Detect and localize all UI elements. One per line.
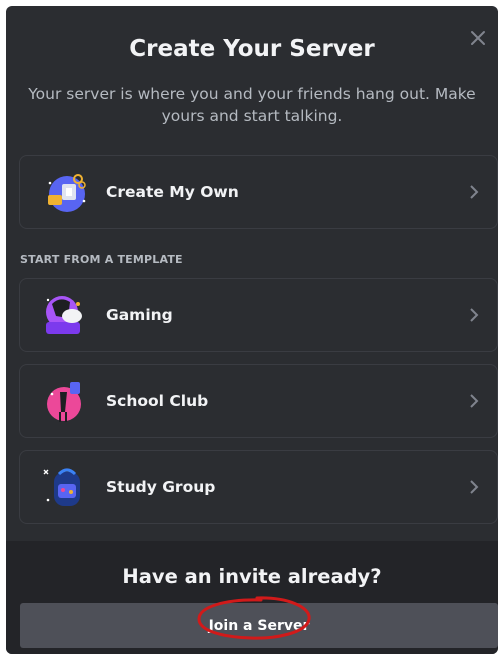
template-school-club-option[interactable]: School Club (19, 364, 498, 438)
join-server-button-label: Join a Server (208, 617, 310, 634)
chevron-right-icon (469, 394, 479, 408)
invite-footer: Have an invite already? Join a Server (6, 541, 498, 654)
gaming-illustration-icon (40, 290, 90, 340)
template-gaming-label: Gaming (106, 306, 173, 324)
template-study-group-option[interactable]: Study Group (19, 450, 498, 524)
invite-footer-title: Have an invite already? (122, 565, 382, 588)
chevron-right-icon (469, 480, 479, 494)
modal-subtitle: Your server is where you and your friend… (28, 85, 476, 125)
template-study-group-label: Study Group (106, 478, 216, 496)
join-server-button[interactable]: Join a Server (20, 603, 498, 648)
chevron-right-icon (469, 308, 479, 322)
create-server-modal: Create Your Server Your server is where … (6, 6, 498, 654)
template-school-club-label: School Club (106, 392, 209, 410)
chevron-right-icon (469, 185, 479, 199)
study-group-illustration-icon (40, 462, 90, 512)
template-gaming-option[interactable]: Gaming (19, 278, 498, 352)
modal-title: Create Your Server (129, 36, 375, 62)
create-my-own-option[interactable]: Create My Own (19, 155, 498, 229)
template-section-header: START FROM A TEMPLATE (20, 253, 183, 266)
create-server-illustration-icon (40, 167, 90, 217)
school-club-illustration-icon (40, 376, 90, 426)
create-my-own-label: Create My Own (106, 183, 239, 201)
